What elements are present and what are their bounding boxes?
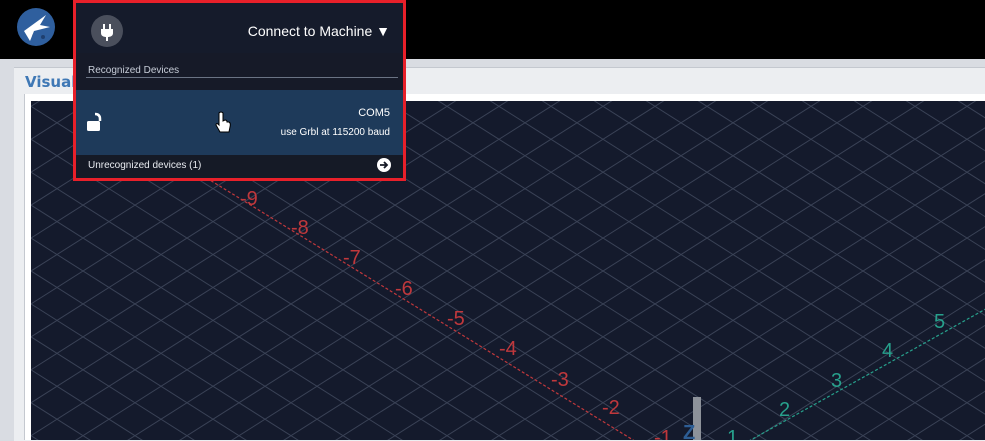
hand-pointer-icon bbox=[215, 111, 231, 133]
connect-to-machine-button[interactable]: Connect to Machine ▼ bbox=[248, 23, 390, 39]
grid-line bbox=[491, 127, 985, 440]
grid-line bbox=[593, 101, 985, 349]
device-port: COM5 bbox=[358, 107, 390, 119]
connect-dropdown[interactable]: Connect to Machine ▼ Recognized Devices … bbox=[73, 0, 406, 181]
y-axis-tick-label: 4 bbox=[882, 340, 893, 362]
device-item-com5[interactable]: COM5 use Grbl at 115200 baud bbox=[76, 90, 403, 155]
x-axis-tick-label: -7 bbox=[343, 247, 361, 269]
x-axis-tick-label: -4 bbox=[499, 338, 517, 360]
x-axis-tick-label: -1 bbox=[654, 427, 672, 440]
unrecognized-devices-label: Unrecognized devices (1) bbox=[88, 160, 202, 171]
arrow-right-circle-icon[interactable] bbox=[377, 158, 391, 172]
grid-line bbox=[979, 101, 985, 440]
connect-header[interactable]: Connect to Machine ▼ bbox=[76, 3, 403, 53]
z-axis-label: Z bbox=[683, 422, 695, 440]
grid-line bbox=[647, 226, 985, 440]
grid-line bbox=[853, 101, 985, 185]
grid-line bbox=[979, 101, 985, 440]
x-axis-tick-label: -8 bbox=[291, 217, 309, 239]
rocket-logo-icon[interactable] bbox=[16, 7, 56, 47]
device-description: use Grbl at 115200 baud bbox=[280, 127, 390, 138]
grid-line bbox=[801, 101, 985, 218]
y-axis-tick-label: 2 bbox=[779, 399, 790, 421]
grid-line bbox=[645, 101, 985, 316]
grid-line bbox=[855, 357, 985, 440]
grid-line bbox=[489, 101, 985, 415]
x-axis-tick-label: -6 bbox=[395, 278, 413, 300]
divider bbox=[86, 77, 398, 78]
y-axis-tick-label: 5 bbox=[934, 311, 945, 333]
grid-line bbox=[387, 101, 925, 440]
x-axis-tick-label: -3 bbox=[551, 369, 569, 391]
x-axis-tick-label: -5 bbox=[447, 308, 465, 330]
grid-line bbox=[439, 101, 977, 440]
x-axis-tick-label: -9 bbox=[240, 188, 258, 210]
unlock-icon bbox=[87, 112, 102, 131]
x-axis-tick-label: -2 bbox=[602, 397, 620, 419]
y-axis-tick-label: 1 bbox=[727, 427, 738, 440]
y-axis-tick-label: 3 bbox=[831, 370, 842, 392]
plug-icon bbox=[91, 15, 123, 47]
grid-line bbox=[595, 193, 985, 440]
unrecognized-devices-row[interactable]: Unrecognized devices (1) bbox=[76, 155, 403, 178]
recognized-devices-label: Recognized Devices bbox=[88, 65, 180, 76]
grid-line bbox=[437, 101, 975, 440]
grid-line bbox=[803, 324, 985, 440]
